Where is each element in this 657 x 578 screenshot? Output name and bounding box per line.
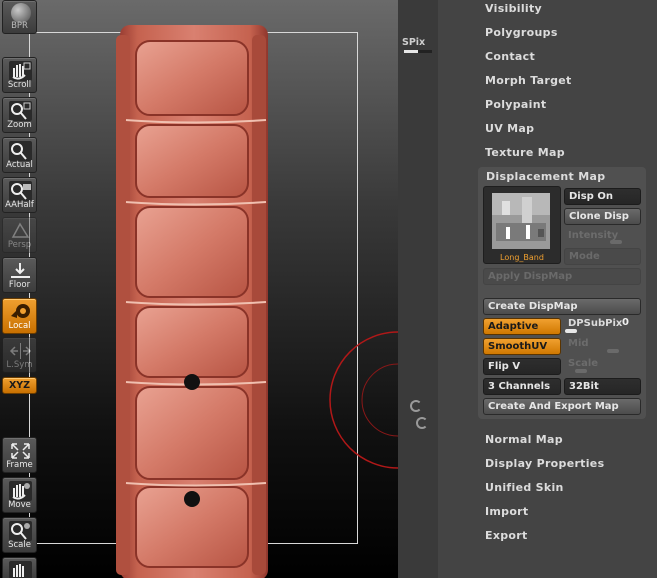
spix-label: SPix	[402, 37, 426, 48]
aahalf-button[interactable]: AAHalf	[2, 177, 37, 213]
displacement-map-title[interactable]: Displacement Map	[486, 170, 605, 183]
thumbnail-label: Long_Band	[500, 253, 544, 262]
frame-button[interactable]: Frame	[2, 437, 37, 473]
scale-slider-knob[interactable]	[575, 369, 587, 373]
perspective-icon	[11, 222, 30, 238]
mode-button[interactable]: Mode	[564, 248, 641, 265]
disp-on-button[interactable]: Disp On	[564, 188, 641, 205]
create-dispmap-button[interactable]: Create DispMap	[483, 298, 641, 315]
clone-disp-button[interactable]: Clone Disp	[564, 208, 641, 225]
menu-polygroups[interactable]: Polygroups	[485, 26, 558, 39]
menu-import[interactable]: Import	[485, 505, 528, 518]
spix-slider[interactable]	[404, 50, 432, 53]
mid-slider[interactable]: Mid	[564, 336, 641, 353]
intensity-slider[interactable]: Intensity	[564, 228, 641, 245]
sculpt-model[interactable]	[116, 25, 276, 578]
rotate-y-icon[interactable]	[410, 400, 422, 412]
menu-visibility[interactable]: Visibility	[485, 2, 542, 15]
actual-button[interactable]: Actual	[2, 137, 37, 173]
menu-uv-map[interactable]: UV Map	[485, 122, 534, 135]
channels-button[interactable]: 3 Channels	[483, 378, 561, 395]
lsym-arrows-icon	[9, 343, 32, 359]
menu-unified-skin[interactable]: Unified Skin	[485, 481, 564, 494]
bit-depth-button[interactable]: 32Bit	[564, 378, 641, 395]
mid-slider-knob[interactable]	[607, 349, 619, 353]
flip-v-button[interactable]: Flip V	[483, 358, 561, 375]
create-export-map-button[interactable]: Create And Export Map	[483, 398, 641, 415]
persp-button[interactable]: Persp	[2, 217, 37, 253]
hand-move-icon	[9, 481, 32, 501]
bpr-button[interactable]: BPR	[2, 0, 37, 34]
local-button[interactable]: Local	[2, 298, 37, 334]
frame-arrows-icon	[11, 443, 30, 459]
xyz-button[interactable]: XYZ	[2, 377, 37, 394]
menu-display-properties[interactable]: Display Properties	[485, 457, 604, 470]
dpsubpix-slider-knob[interactable]	[565, 329, 577, 333]
xyz-label: XYZ	[8, 380, 31, 391]
mid-label: Mid	[568, 338, 589, 349]
bpr-sphere-icon	[11, 3, 31, 23]
local-symmetry-icon	[11, 304, 30, 318]
intensity-slider-knob[interactable]	[610, 240, 622, 244]
displacement-preview-image	[492, 193, 550, 249]
bpr-label: BPR	[11, 21, 28, 31]
magnifier-scale-icon	[9, 521, 32, 541]
smoothuv-toggle[interactable]: SmoothUV	[483, 338, 561, 355]
lsym-button[interactable]: L.Sym	[2, 337, 37, 373]
rotation-gizmo[interactable]	[326, 330, 398, 470]
hand-rotate-icon	[9, 561, 32, 578]
floor-button[interactable]: Floor	[2, 257, 37, 293]
hand-scroll-icon	[9, 61, 32, 81]
floor-label: Floor	[8, 280, 31, 290]
rotate-button[interactable]	[2, 557, 37, 578]
menu-polypaint[interactable]: Polypaint	[485, 98, 546, 111]
menu-export[interactable]: Export	[485, 529, 528, 542]
scale-button[interactable]: Scale	[2, 517, 37, 553]
dpsubpix-label: DPSubPix	[568, 318, 623, 329]
menu-texture-map[interactable]: Texture Map	[485, 146, 565, 159]
right-shelf-toolbar	[398, 0, 438, 578]
apply-dispmap-button[interactable]: Apply DispMap	[483, 268, 641, 285]
actual-label: Actual	[6, 160, 33, 170]
magnifier-aahalf-icon	[9, 181, 32, 201]
move-button[interactable]: Move	[2, 477, 37, 513]
scale-label: Scale	[8, 540, 31, 550]
floor-grid-icon	[11, 263, 30, 278]
move-label: Move	[8, 500, 31, 510]
frame-label: Frame	[6, 460, 33, 470]
3d-viewport[interactable]	[0, 0, 398, 578]
scroll-button[interactable]: Scroll	[2, 57, 37, 93]
menu-normal-map[interactable]: Normal Map	[485, 433, 563, 446]
menu-contact[interactable]: Contact	[485, 50, 535, 63]
magnifier-actual-icon	[9, 141, 32, 161]
adaptive-toggle[interactable]: Adaptive	[483, 318, 561, 335]
magnifier-zoom-icon	[9, 101, 32, 121]
displacement-thumbnail[interactable]: Long_Band	[483, 186, 561, 264]
persp-label: Persp	[7, 240, 32, 250]
scale-label: Scale	[568, 358, 599, 369]
local-label: Local	[8, 321, 31, 331]
menu-morph-target[interactable]: Morph Target	[485, 74, 572, 87]
aahalf-label: AAHalf	[5, 200, 34, 210]
lsym-label: L.Sym	[6, 360, 33, 370]
zoom-label: Zoom	[7, 120, 32, 130]
scroll-label: Scroll	[7, 80, 32, 90]
rotate-z-icon[interactable]	[416, 417, 428, 429]
dpsubpix-value: 0	[622, 317, 629, 328]
zoom-button[interactable]: Zoom	[2, 97, 37, 133]
